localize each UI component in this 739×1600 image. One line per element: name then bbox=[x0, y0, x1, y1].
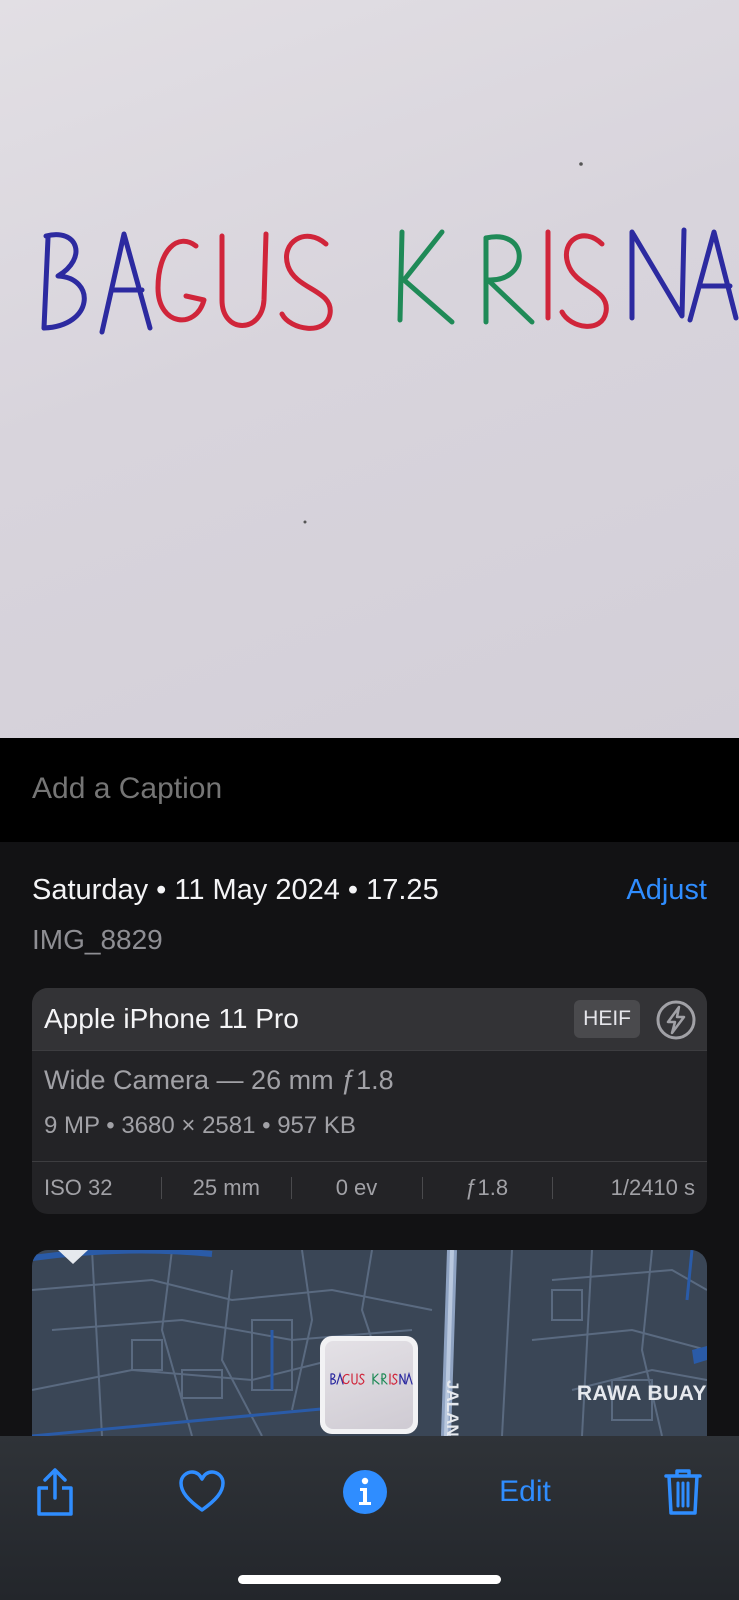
favorite-button[interactable] bbox=[176, 1462, 228, 1522]
map-pin-thumbnail bbox=[325, 1341, 413, 1429]
filename-label: IMG_8829 bbox=[32, 924, 163, 955]
adjust-button[interactable]: Adjust bbox=[626, 874, 707, 907]
share-icon bbox=[37, 1468, 73, 1516]
exif-focal-length: 25 mm bbox=[161, 1175, 291, 1201]
exif-exposure-value: 0 ev bbox=[291, 1175, 421, 1201]
date-time-label: Saturday • 11 May 2024 • 17.25 bbox=[32, 874, 439, 906]
camera-card-header: Apple iPhone 11 Pro HEIF bbox=[32, 988, 707, 1051]
heart-icon bbox=[179, 1470, 225, 1512]
exif-shutter-speed: 1/2410 s bbox=[551, 1175, 707, 1201]
share-button[interactable] bbox=[30, 1462, 80, 1522]
edit-button[interactable]: Edit bbox=[490, 1462, 560, 1522]
camera-info-card: Apple iPhone 11 Pro HEIF Wide Camera — 2… bbox=[32, 988, 707, 1214]
exif-row: ISO 32 25 mm 0 ev ƒ1.8 1/2410 s bbox=[32, 1161, 707, 1214]
home-indicator[interactable] bbox=[238, 1575, 501, 1584]
flash-off-icon bbox=[655, 999, 697, 1041]
exif-iso: ISO 32 bbox=[44, 1175, 113, 1200]
exif-aperture: ƒ1.8 bbox=[421, 1175, 552, 1201]
format-badge: HEIF bbox=[574, 1000, 640, 1038]
image-specs: 9 MP • 3680 × 2581 • 957 KB bbox=[44, 1112, 356, 1139]
lens-info: Wide Camera — 26 mm ƒ1.8 bbox=[44, 1065, 394, 1095]
map-road-label: JALAN bbox=[443, 1380, 462, 1436]
photo-view[interactable] bbox=[0, 0, 739, 738]
map-photo-pin[interactable] bbox=[320, 1336, 418, 1434]
photo-handwriting bbox=[41, 162, 739, 524]
date-row: Saturday • 11 May 2024 • 17.25 Adjust bbox=[32, 874, 707, 914]
caption-area bbox=[0, 738, 739, 842]
caption-input[interactable] bbox=[32, 772, 707, 806]
map-place-label: RAWA BUAY bbox=[576, 1382, 707, 1405]
info-panel: Saturday • 11 May 2024 • 17.25 Adjust IM… bbox=[0, 842, 739, 1436]
info-icon bbox=[343, 1470, 387, 1514]
delete-button[interactable] bbox=[660, 1462, 706, 1522]
location-map[interactable]: JALAN RAWA BUAY bbox=[32, 1250, 707, 1436]
info-button[interactable] bbox=[340, 1462, 390, 1522]
map-road-label-box: JALAN bbox=[442, 1380, 464, 1436]
trash-icon bbox=[664, 1469, 702, 1515]
camera-model-label: Apple iPhone 11 Pro bbox=[44, 1003, 299, 1034]
